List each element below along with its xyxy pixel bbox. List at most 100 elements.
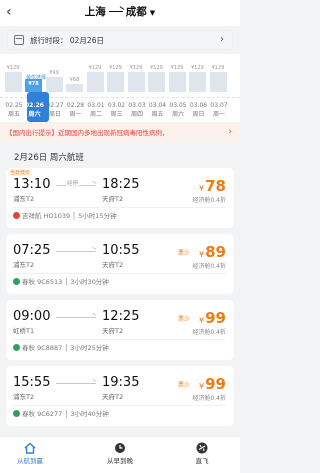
bar-price-label: ¥99 (49, 70, 59, 77)
price-bar[interactable] (189, 72, 206, 92)
bar-price-label: ¥129 (170, 65, 184, 72)
tab-early-late[interactable]: 从早到晚 (90, 442, 150, 466)
tab-label: 直飞 (195, 457, 209, 465)
bar-date-label: 03.07 (210, 102, 228, 109)
date-value: 02月26日 (69, 36, 104, 45)
few-tickets-label: 票少 (177, 316, 190, 323)
departure-airport: 浦东T2 (13, 195, 35, 203)
low-price-badge: 当日低价 (8, 170, 33, 176)
plane-icon (196, 442, 208, 454)
price: ¥99 (199, 375, 226, 396)
bar-date-label: 02.28 (66, 102, 85, 109)
lowest-price-tag: 最优选择 (26, 75, 47, 81)
bar-weekday-label: 周日 (192, 111, 205, 118)
tab-label: 从航到赢 (17, 457, 43, 465)
flight-card[interactable]: 当日低价 13:10 经停 18:25 浦东T2 天府T2 ¥78 经济舱0.4折 吉祥航 HO… (6, 168, 234, 228)
flight-card[interactable]: 15:55 19:35 浦东T2 天府T2 票少 ¥99 经济舱0.4折 春秋 9C6277 … (6, 366, 234, 426)
currency-symbol: ¥ (199, 316, 205, 325)
day-title: 2月26日 周六航班 (14, 153, 84, 163)
price-bar[interactable] (127, 72, 145, 92)
few-tickets-label: 票少 (177, 250, 190, 257)
top-bar: ‹ 上海 成都 ▼ (0, 0, 240, 26)
divider (13, 405, 226, 406)
departure-airport: 虹桥T1 (13, 327, 35, 335)
currency-symbol: ¥ (199, 184, 205, 193)
tab-bar: 从航到赢 从早到晚 直飞 (0, 436, 240, 473)
cabin-discount: 经济舱0.4折 (192, 329, 226, 336)
travel-notice[interactable]: 【国内出行提示】近期国内多地出现新冠病毒阳性病例， › (0, 124, 240, 142)
caret-down-icon[interactable]: ▼ (150, 9, 155, 17)
price-bar[interactable] (209, 72, 227, 92)
chevron-right-icon: › (220, 34, 224, 45)
price-bar[interactable] (168, 72, 186, 92)
departure-time: 07:25 (13, 243, 51, 258)
bar-date-label: 03.03 (128, 102, 146, 109)
arrival-airport: 天府T2 (102, 327, 124, 335)
price: ¥99 (199, 309, 226, 330)
clock-icon (115, 443, 125, 453)
route-title[interactable]: 上海 成都 ▼ (0, 5, 240, 20)
price-value: 78 (205, 177, 226, 195)
arrival-time: 10:55 (102, 243, 140, 258)
bar-weekday-label: 周二 (89, 111, 102, 118)
bar-date-label: 03.02 (107, 102, 126, 109)
bar-price-label: ¥129 (109, 65, 122, 72)
price: ¥89 (199, 243, 226, 264)
price-bars: ¥129 02.25 周五 ¥78 02.26 周六 ¥99 02.27 周日 ¥68 02.28 周… (0, 54, 240, 122)
from-city: 上海 (84, 6, 106, 18)
few-tickets-label: 票少 (177, 382, 190, 389)
tab-direct[interactable]: 直飞 (172, 442, 232, 466)
bar-date-label: 03.04 (148, 102, 167, 109)
travel-date-selector[interactable]: 旅行时段： 02月26日 › (7, 30, 233, 50)
airline-logo-icon (13, 410, 20, 417)
divider (13, 339, 226, 340)
to-city: 成都 (125, 6, 147, 18)
cabin-discount: 经济舱0.4折 (192, 395, 226, 402)
bar-price-label: ¥129 (88, 65, 102, 72)
bar-price-label: ¥78 (28, 81, 39, 88)
price-bar[interactable] (86, 72, 104, 92)
bar-weekday-label: 周四 (130, 111, 143, 118)
price-bar[interactable] (66, 84, 83, 92)
departure-time: 15:55 (13, 375, 51, 390)
bar-price-label: ¥68 (69, 77, 80, 84)
bar-price-label: ¥129 (211, 65, 225, 72)
calendar-icon (14, 35, 24, 45)
departure-time: 09:00 (13, 309, 51, 324)
bar-weekday-label: 周六 (28, 111, 41, 118)
notice-text: 【国内出行提示】近期国内多地出现新冠病毒阳性病例， (6, 129, 169, 137)
arrival-airport: 天府T2 (102, 393, 124, 401)
bar-date-label: 02.26 (25, 102, 44, 109)
price-bar[interactable] (45, 77, 63, 92)
date-label: 旅行时段： (30, 36, 68, 45)
bar-price-label: ¥129 (150, 65, 163, 72)
price-bar[interactable] (4, 72, 22, 92)
airline-logo-icon (13, 344, 20, 351)
price-value: 89 (205, 243, 226, 261)
bar-weekday-label: 周一 (69, 111, 82, 118)
airline-info: 春秋 9C6277 │ 3小时40分钟 (13, 410, 109, 419)
currency-symbol: ¥ (199, 382, 205, 391)
price-bar[interactable] (107, 72, 124, 92)
price-bar[interactable] (148, 72, 165, 92)
price-value: 99 (205, 375, 226, 393)
bar-price-label: ¥129 (129, 65, 143, 72)
arrival-time: 18:25 (102, 177, 140, 192)
airline-info: 春秋 9C8887 │ 3小时25分钟 (13, 344, 109, 353)
departure-airport: 浦东T2 (13, 393, 35, 401)
airline-logo-icon (13, 278, 20, 285)
currency-symbol: ¥ (199, 250, 205, 259)
flight-card[interactable]: 07:25 10:55 浦东T2 天府T2 票少 ¥89 经济舱0.4折 春秋 9C6513 … (6, 234, 234, 294)
bar-date-label: 02.25 (5, 102, 23, 109)
flight-card[interactable]: 09:00 12:25 虹桥T1 天府T2 票少 ¥99 经济舱0.4折 春秋 9C8887 … (6, 300, 234, 360)
tab-home[interactable]: 从航到赢 (0, 442, 60, 466)
bar-weekday-label: 周六 (171, 111, 184, 118)
cabin-discount: 经济舱0.4折 (192, 263, 226, 270)
departure-time: 13:10 (13, 177, 51, 192)
airline-info: 春秋 9C6513 │ 3小时30分钟 (13, 278, 109, 287)
bar-date-label: 03.06 (189, 102, 208, 109)
price-value: 99 (205, 309, 226, 327)
bar-weekday-label: 周一 (212, 111, 225, 118)
bar-weekday-label: 周日 (48, 111, 61, 118)
price-calendar[interactable]: ¥129 02.25 周五 ¥78 02.26 周六 ¥99 02.27 周日 ¥68 02.28 周… (0, 54, 240, 122)
